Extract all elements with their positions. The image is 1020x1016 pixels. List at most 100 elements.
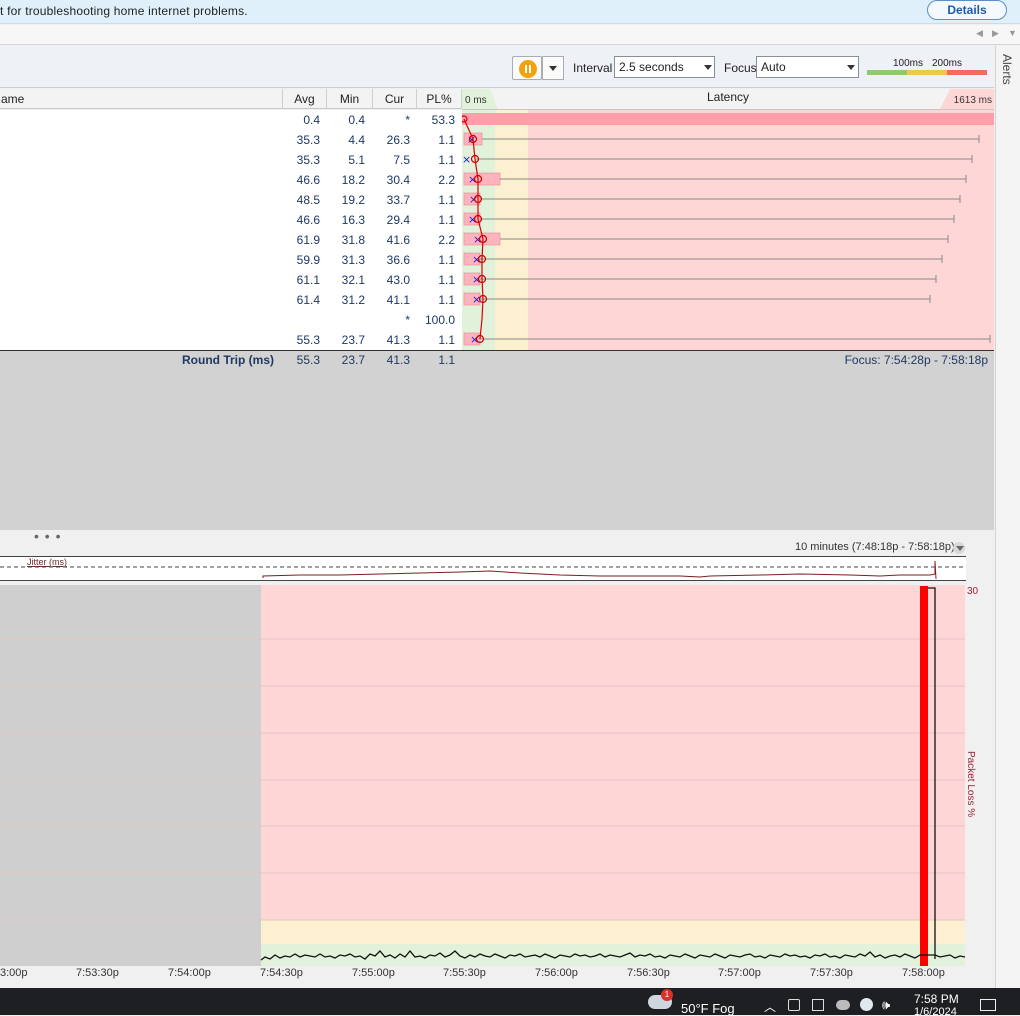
table-row[interactable]: 46.6 16.3 29.4 1.1 xyxy=(0,210,462,230)
min-marker: × xyxy=(462,153,471,166)
table-row[interactable]: 61.1 32.1 43.0 1.1 xyxy=(0,270,462,290)
column-header-pl[interactable]: PL% xyxy=(417,89,462,109)
onedrive-icon[interactable] xyxy=(836,1000,850,1010)
cur-cell: 41.6 xyxy=(386,233,410,247)
x-tick-label: 7:55:30p xyxy=(443,967,486,979)
y-axis-title: Packet Loss % xyxy=(965,751,976,817)
pl-cell: 100.0 xyxy=(424,313,455,327)
column-header-cur[interactable]: Cur xyxy=(373,89,417,109)
meet-now-icon[interactable] xyxy=(788,999,800,1011)
avg-cell: 0.4 xyxy=(303,113,320,127)
x-tick-label: 7:56:00p xyxy=(535,967,578,979)
avg-cell: 48.5 xyxy=(296,193,320,207)
min-marker: × xyxy=(473,233,482,246)
scroll-right-icon[interactable]: ▶ xyxy=(992,28,999,39)
x-tick-label: 7:54:00p xyxy=(168,967,211,979)
table-row[interactable]: 0.4 0.4 * 53.3 xyxy=(0,110,462,130)
cur-cell: * xyxy=(405,313,410,327)
avg-cell: 61.4 xyxy=(296,293,320,307)
pause-dropdown-button[interactable] xyxy=(542,56,564,80)
latency-legend-bar xyxy=(867,70,987,75)
bad-zone xyxy=(528,110,994,351)
column-header-name[interactable]: ame xyxy=(0,89,283,109)
interval-select[interactable]: 2.5 seconds xyxy=(614,56,715,78)
show-hidden-icons-icon[interactable]: ︿ xyxy=(764,998,776,1015)
warn-zone xyxy=(495,110,528,351)
alerts-label: Alerts xyxy=(1000,54,1014,85)
cur-cell: 43.0 xyxy=(386,273,410,287)
tab-strip: ◀ ▶ ▼ xyxy=(0,25,1020,45)
pl-cell: 1.1 xyxy=(438,333,455,347)
rt-cur: 41.3 xyxy=(386,353,410,367)
avg-cell: 35.3 xyxy=(296,133,320,147)
steam-icon[interactable] xyxy=(860,998,873,1011)
legend-200ms: 200ms xyxy=(932,58,963,69)
round-trip-row: Round Trip (ms) 55.3 23.7 41.3 1.1 Focus… xyxy=(0,350,994,368)
table-row[interactable]: 35.3 4.4 26.3 1.1 xyxy=(0,130,462,150)
x-tick-label: 7:54:30p xyxy=(260,967,303,979)
avg-cell: 61.1 xyxy=(296,273,320,287)
table-row[interactable]: 61.9 31.8 41.6 2.2 xyxy=(0,230,462,250)
cur-cell: * xyxy=(405,113,410,127)
no-data-region xyxy=(0,585,261,967)
min-cell: 5.1 xyxy=(348,153,365,167)
empty-panel-area xyxy=(0,368,994,536)
timeline-range-dropdown[interactable] xyxy=(953,542,965,554)
table-row[interactable]: 35.3 5.1 7.5 1.1 xyxy=(0,150,462,170)
clock-date[interactable]: 1/6/2024 xyxy=(914,1007,957,1015)
details-button[interactable]: Details xyxy=(927,0,1007,20)
jitter-chart xyxy=(0,560,966,580)
min-cell: 31.2 xyxy=(341,293,365,307)
table-row[interactable]: 46.6 18.2 30.4 2.2 xyxy=(0,170,462,190)
min-cell: 4.4 xyxy=(348,133,365,147)
table-row[interactable]: 48.5 19.2 33.7 1.1 xyxy=(0,190,462,210)
pl-cell: 1.1 xyxy=(438,153,455,167)
chevron-down-icon xyxy=(704,65,712,70)
cur-cell: 41.3 xyxy=(386,333,410,347)
table-row[interactable]: 55.3 23.7 41.3 1.1 xyxy=(0,330,462,350)
packet-loss-bar xyxy=(920,586,928,967)
pl-cell: 1.1 xyxy=(438,193,455,207)
weather-text[interactable]: 50°F Fog xyxy=(681,1001,735,1016)
table-row[interactable]: * 100.0 xyxy=(0,310,462,330)
packet-loss-chart: 30 Packet Loss % xyxy=(0,585,994,967)
x-tick-label: 7:58:00p xyxy=(902,967,945,979)
x-tick-label: 7:56:30p xyxy=(627,967,670,979)
notification-badge: 1 xyxy=(661,989,673,1001)
pl-cell: 2.2 xyxy=(438,233,455,247)
avg-cell: 46.6 xyxy=(296,213,320,227)
notifications-icon[interactable] xyxy=(980,999,996,1011)
scroll-left-icon[interactable]: ◀ xyxy=(976,28,983,39)
alerts-panel-tab[interactable]: Alerts xyxy=(995,46,1020,991)
tab-list-icon[interactable]: ▼ xyxy=(1008,28,1017,38)
focus-range-label: Focus: 7:54:28p - 7:58:18p xyxy=(844,353,988,367)
latency-title: Latency xyxy=(707,90,749,104)
pl-cell: 1.1 xyxy=(438,293,455,307)
clock-time[interactable]: 7:58 PM xyxy=(914,992,959,1006)
focus-label: Focus xyxy=(724,61,757,75)
display-icon[interactable] xyxy=(812,999,824,1011)
min-marker: × xyxy=(468,213,477,226)
focus-select[interactable]: Auto xyxy=(756,56,859,78)
banner-text: t for troubleshooting home internet prob… xyxy=(0,4,248,18)
column-header-min[interactable]: Min xyxy=(327,89,373,109)
pl-cell: 2.2 xyxy=(438,173,455,187)
column-header-avg[interactable]: Avg xyxy=(283,89,327,109)
volume-icon[interactable]: 🕪 xyxy=(882,997,890,1013)
min-cell: 32.1 xyxy=(341,273,365,287)
windows-taskbar: 1 50°F Fog ︿ 🕪 7:58 PM 1/6/2024 xyxy=(0,988,1020,1016)
time-axis: 3:00p 7:53:30p 7:54:00p 7:54:30p 7:55:00… xyxy=(0,966,994,988)
avg-cell: 59.9 xyxy=(296,253,320,267)
min-cell: 19.2 xyxy=(341,193,365,207)
avg-cell: 61.9 xyxy=(296,233,320,247)
x-tick-label: 7:57:00p xyxy=(718,967,761,979)
pl-cell: 1.1 xyxy=(438,133,455,147)
pause-button[interactable] xyxy=(512,56,542,80)
table-row[interactable]: 61.4 31.2 41.1 1.1 xyxy=(0,290,462,310)
min-cell: 0.4 xyxy=(348,113,365,127)
hop-bar xyxy=(462,113,994,125)
latency-min-label: 0 ms xyxy=(465,95,487,106)
min-marker: × xyxy=(470,333,479,346)
table-row[interactable]: 59.9 31.3 36.6 1.1 xyxy=(0,250,462,270)
chevron-down-icon xyxy=(549,66,557,71)
